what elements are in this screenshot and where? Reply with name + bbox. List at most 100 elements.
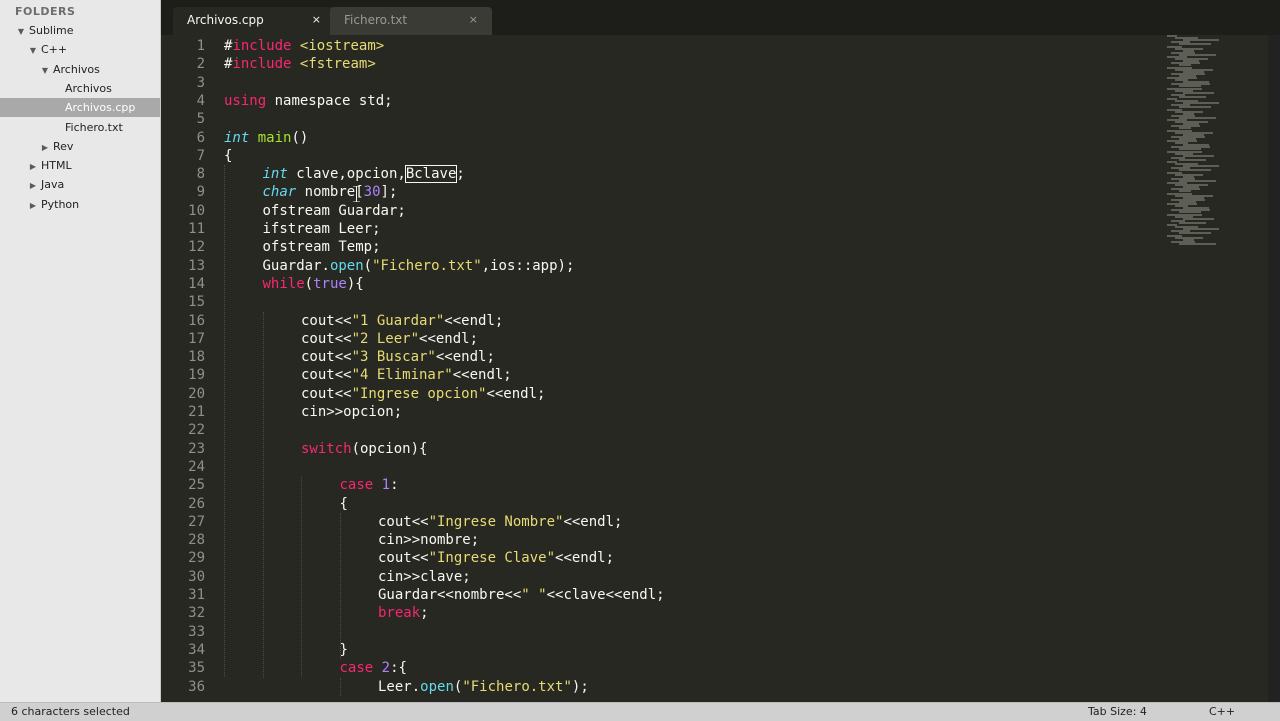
tab-archivos-cpp[interactable]: Archivos.cpp × bbox=[173, 7, 335, 35]
code-token: " " bbox=[521, 587, 547, 603]
code-line[interactable]: ofstream Temp; bbox=[263, 238, 381, 256]
selected-text: Bclave bbox=[404, 165, 458, 184]
tree-item-label: C++ bbox=[41, 43, 68, 57]
code-token: <<endl; bbox=[486, 385, 546, 402]
line-number: 6 bbox=[196, 129, 205, 146]
code-token: "4 Eliminar" bbox=[351, 367, 453, 384]
code-line[interactable]: break; bbox=[378, 604, 429, 622]
vertical-scrollbar[interactable] bbox=[1268, 35, 1280, 702]
line-number: 1 bbox=[196, 38, 205, 54]
code-token: ){ bbox=[346, 275, 364, 292]
code-line[interactable]: cout<<"1 Guardar"<<endl; bbox=[301, 312, 503, 330]
code-line[interactable]: while(true){ bbox=[263, 275, 364, 293]
tree-item[interactable]: ▶ Java bbox=[0, 175, 160, 195]
minimap[interactable] bbox=[1161, 35, 1261, 250]
tree-item-label: Rev bbox=[53, 139, 74, 153]
code-token: () bbox=[291, 129, 309, 146]
code-token: <iostream> bbox=[299, 38, 385, 54]
minimap-line bbox=[1179, 43, 1211, 46]
line-number: 36 bbox=[188, 678, 205, 695]
tab-bar: Archivos.cpp × Fichero.txt × bbox=[161, 0, 1280, 35]
minimap-line bbox=[1179, 169, 1211, 172]
tab-fichero-txt[interactable]: Fichero.txt × bbox=[330, 7, 492, 35]
tree-item[interactable]: ▶ HTML bbox=[0, 156, 160, 176]
line-number: 29 bbox=[188, 550, 205, 567]
tab-size-indicator[interactable]: Tab Size: 4 bbox=[1088, 703, 1147, 720]
code-token: using bbox=[224, 92, 267, 109]
code-line[interactable]: } bbox=[340, 641, 348, 659]
line-number: 32 bbox=[188, 605, 205, 622]
code-line[interactable]: ifstream Leer; bbox=[263, 220, 381, 238]
indent-guide bbox=[224, 165, 225, 678]
line-number: 7 bbox=[196, 147, 205, 164]
code-line[interactable]: cout<<"Ingrese Nombre"<<endl; bbox=[378, 513, 622, 531]
code-line[interactable]: Guardar<<nombre<<" "<<clave<<endl; bbox=[378, 586, 665, 604]
code-line[interactable]: cin>>nombre; bbox=[378, 531, 479, 549]
tree-item[interactable]: ▼ Sublime bbox=[0, 21, 160, 41]
code-token: "Ingrese Nombre" bbox=[428, 513, 564, 530]
triangle-right-icon[interactable]: ▶ bbox=[28, 196, 38, 215]
line-number: 14 bbox=[188, 275, 205, 292]
triangle-down-icon[interactable]: ▼ bbox=[16, 22, 26, 41]
code-line[interactable]: case 2:{ bbox=[340, 659, 407, 677]
tree-item[interactable]: ▼ Archivos bbox=[0, 60, 160, 80]
code-token: :{ bbox=[390, 660, 407, 677]
tree-item[interactable]: Fichero.txt bbox=[0, 118, 160, 137]
code-line[interactable]: int main() bbox=[224, 129, 308, 147]
code-line[interactable]: cout<<"2 Leer"<<endl; bbox=[301, 330, 478, 348]
line-number: 11 bbox=[188, 221, 205, 237]
code-token: <<endl; bbox=[555, 550, 615, 567]
tree-item[interactable]: ▶ Rev bbox=[0, 137, 160, 157]
code-token: include bbox=[232, 38, 292, 54]
code-line[interactable]: { bbox=[224, 147, 232, 165]
code-line[interactable]: cout<<"Ingrese opcion"<<endl; bbox=[301, 385, 545, 403]
triangle-right-icon[interactable]: ▶ bbox=[28, 176, 38, 195]
code-token: 1 bbox=[381, 477, 391, 494]
code-line[interactable]: char nombre[30]; bbox=[263, 183, 398, 201]
code-line[interactable]: switch(opcion){ bbox=[301, 440, 427, 458]
code-line[interactable]: using namespace std; bbox=[224, 92, 393, 110]
code-line[interactable]: Leer.open("Fichero.txt"); bbox=[378, 678, 589, 696]
minimap-line bbox=[1179, 232, 1211, 235]
code-token: } bbox=[339, 641, 348, 658]
code-token: int bbox=[262, 166, 288, 183]
line-number: 30 bbox=[188, 568, 205, 585]
code-line[interactable]: Guardar.open("Fichero.txt",ios::app); bbox=[263, 257, 575, 275]
code-line[interactable]: ofstream Guardar; bbox=[263, 202, 406, 220]
triangle-down-icon[interactable]: ▼ bbox=[40, 61, 50, 80]
code-line[interactable]: case 1: bbox=[340, 476, 399, 494]
code-line[interactable]: cin>>clave; bbox=[378, 568, 471, 586]
code-line[interactable]: { bbox=[340, 495, 348, 513]
close-icon[interactable]: × bbox=[469, 7, 478, 33]
triangle-down-icon[interactable]: ▼ bbox=[28, 41, 38, 60]
tree-item-label: Fichero.txt bbox=[65, 120, 123, 134]
line-number: 34 bbox=[188, 641, 205, 658]
triangle-right-icon[interactable]: ▶ bbox=[28, 157, 38, 176]
code-line[interactable]: cout<<"3 Buscar"<<endl; bbox=[301, 348, 495, 366]
code-token: "Fichero.txt" bbox=[372, 257, 482, 274]
indent-guide bbox=[301, 476, 302, 678]
line-number: 19 bbox=[188, 367, 205, 384]
tree-item[interactable]: ▼ C++ bbox=[0, 40, 160, 60]
code-token: include bbox=[232, 56, 292, 73]
code-line[interactable]: cout<<"Ingrese Clave"<<endl; bbox=[378, 549, 614, 567]
close-icon[interactable]: × bbox=[312, 7, 321, 33]
tree-item[interactable]: Archivos bbox=[0, 79, 160, 98]
tree-item[interactable]: Archivos.cpp bbox=[0, 98, 160, 118]
code-line[interactable]: #include <fstream> bbox=[224, 55, 376, 73]
line-number: 24 bbox=[188, 458, 205, 475]
code-token: cout<< bbox=[378, 550, 429, 567]
code-token: <<endl; bbox=[419, 330, 479, 347]
syntax-indicator[interactable]: C++ bbox=[1209, 703, 1235, 720]
code-line[interactable]: cin>>opcion; bbox=[301, 403, 402, 421]
code-line[interactable]: int clave,opcion,Bclave; bbox=[262, 165, 465, 184]
code-line[interactable]: cout<<"4 Eliminar"<<endl; bbox=[301, 366, 512, 384]
code-token: <<endl; bbox=[452, 367, 512, 384]
tree-item[interactable]: ▶ Python bbox=[0, 195, 160, 215]
code-line[interactable]: #include <iostream> bbox=[224, 37, 384, 55]
triangle-right-icon[interactable]: ▶ bbox=[40, 138, 50, 157]
code-token: { bbox=[224, 147, 233, 164]
